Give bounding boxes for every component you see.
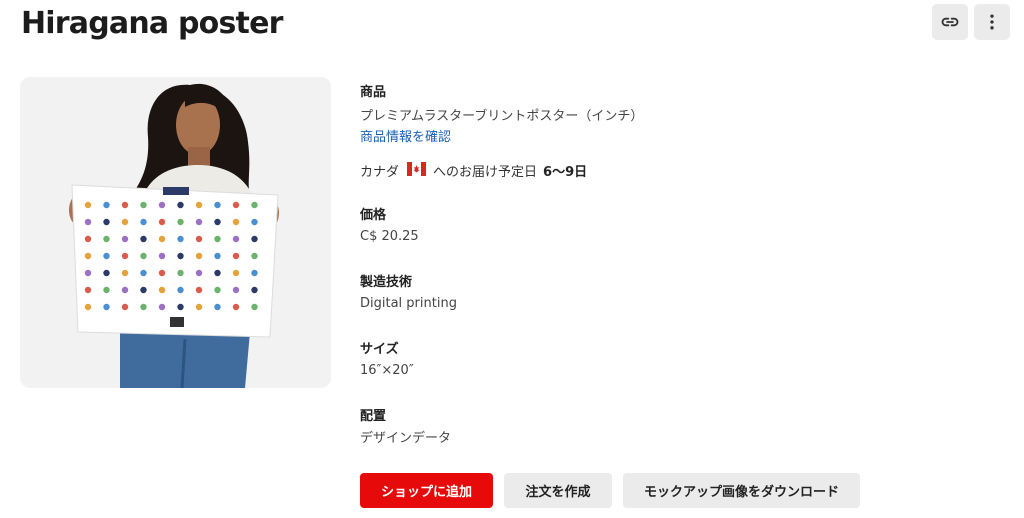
delivery-days: 6〜9日 (543, 165, 588, 180)
product-mockup-image (20, 77, 331, 388)
delivery-text: へのお届け予定日 (433, 165, 538, 180)
product-name: プレミアムラスターブリントポスター（インチ） (360, 109, 644, 124)
technique-value: Digital printing (360, 296, 457, 311)
size-label: サイズ (360, 342, 399, 357)
add-to-shop-button[interactable]: ショップに追加 (360, 473, 493, 508)
size-value: 16″×20″ (360, 363, 414, 378)
canada-flag-icon (407, 161, 427, 180)
copy-link-button[interactable] (932, 4, 968, 40)
link-icon (941, 17, 959, 27)
create-order-button[interactable]: 注文を作成 (504, 473, 612, 508)
price-value: C$ 20.25 (360, 229, 419, 244)
product-label: 商品 (360, 85, 387, 100)
product-info-link[interactable]: 商品情報を確認 (360, 126, 451, 145)
placement-value: デザインデータ (360, 431, 452, 446)
delivery-estimate: カナダ へのお届け予定日 6〜9日 (360, 161, 587, 180)
page-title: Hiragana poster (21, 6, 283, 41)
price-label: 価格 (360, 208, 387, 223)
delivery-country: カナダ (360, 165, 400, 180)
more-vertical-icon (990, 14, 994, 30)
download-mockup-button[interactable]: モックアップ画像をダウンロード (623, 473, 860, 508)
technique-label: 製造技術 (360, 275, 413, 290)
placement-label: 配置 (360, 409, 387, 424)
more-options-button[interactable] (974, 4, 1010, 40)
